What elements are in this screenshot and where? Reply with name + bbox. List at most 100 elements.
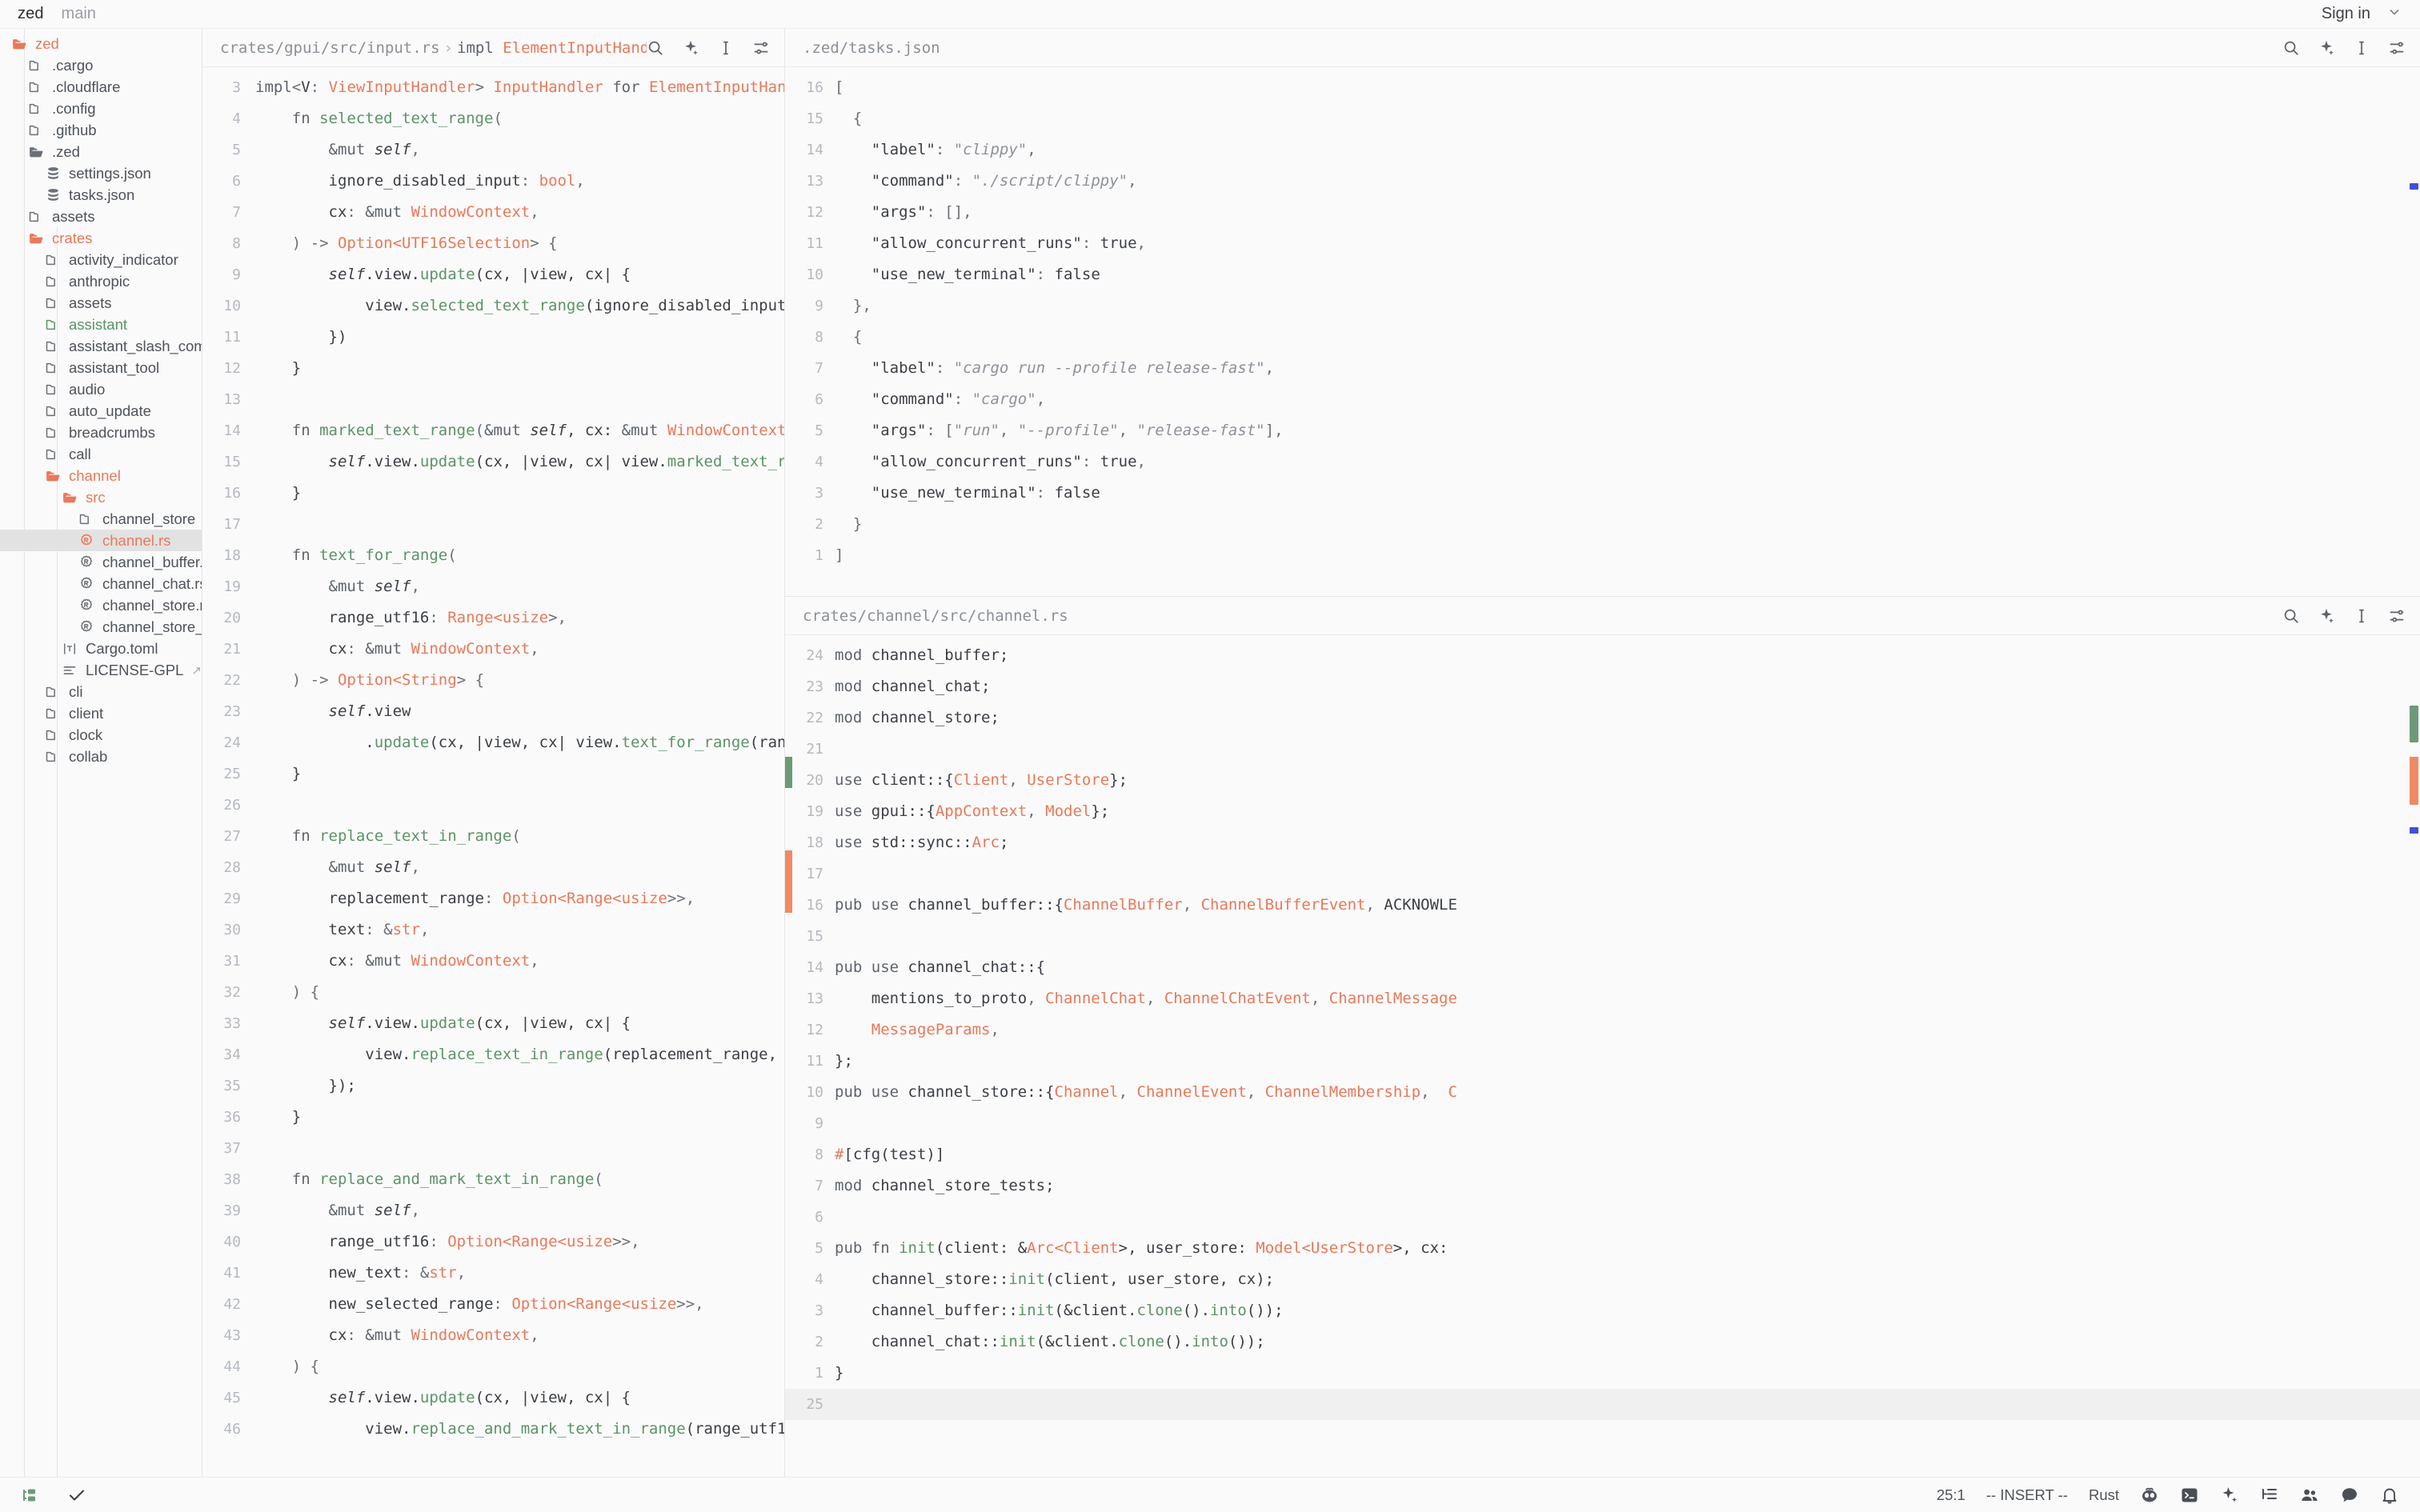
chevron-down-icon[interactable] (2386, 4, 2402, 24)
code-line-text[interactable]: view.replace_text_in_range(replacement_r… (255, 1039, 784, 1070)
code-line[interactable]: 33 self.view.update(cx, |view, cx| { (202, 1008, 784, 1039)
code-area-channel[interactable]: 24 mod channel_buffer; 23 mod channel_chat;… (785, 635, 2420, 1477)
code-line[interactable]: 18 fn text_for_range( (202, 540, 784, 571)
tree-item-anthropic[interactable]: anthropic (0, 270, 202, 292)
code-line-text[interactable]: self.view.update(cx, |view, cx| { (255, 1008, 784, 1039)
code-line-text[interactable]: } (255, 478, 784, 509)
code-line[interactable]: 2 } (785, 509, 2420, 540)
code-line[interactable]: 3 impl<V: ViewInputHandler> InputHandler … (202, 72, 784, 103)
code-line-text[interactable]: &mut self, (255, 571, 784, 602)
tree-item-src[interactable]: src (0, 486, 202, 508)
breadcrumb[interactable]: crates/gpui/src/input.rs › impl ElementI… (220, 39, 647, 57)
scrollbar-channel[interactable] (2407, 635, 2420, 1477)
code-line[interactable]: 13 "command": "./script/clippy", (785, 166, 2420, 197)
code-line[interactable]: 4 channel_store::init(client, user_store… (785, 1264, 2420, 1295)
code-line-text[interactable]: impl<V: ViewInputHandler> InputHandler f… (255, 72, 784, 103)
editor-settings-icon[interactable] (2388, 607, 2406, 625)
code-line[interactable]: 22 mod channel_store; (785, 702, 2420, 734)
code-line-text[interactable]: cx: &mut WindowContext, (255, 946, 784, 977)
code-line[interactable]: 38 fn replace_and_mark_text_in_range( (202, 1164, 784, 1195)
search-icon[interactable] (647, 39, 664, 57)
code-line[interactable]: 20 use client::{Client, UserStore}; (785, 765, 2420, 796)
tree-item-cargo-toml[interactable]: Cargo.toml (0, 638, 202, 659)
code-line-text[interactable]: use std::sync::Arc; (835, 827, 2420, 858)
git-branch-label[interactable]: main (62, 5, 96, 23)
code-line[interactable]: 1} (785, 1358, 2420, 1389)
code-line[interactable]: 44 ) { (202, 1351, 784, 1382)
code-line-text[interactable]: &mut self, (255, 134, 784, 166)
code-line[interactable]: 28 &mut self, (202, 852, 784, 883)
code-line[interactable]: 6 (785, 1202, 2420, 1233)
tree-item-channel-buffer-rs[interactable]: channel_buffer.rs (0, 551, 202, 573)
tree-item-client[interactable]: client (0, 702, 202, 724)
tree-item--config[interactable]: .config (0, 98, 202, 119)
code-line[interactable]: 26 (202, 790, 784, 821)
code-line[interactable]: 9 self.view.update(cx, |view, cx| { (202, 259, 784, 290)
code-line-text[interactable]: mentions_to_proto, ChannelChat, ChannelC… (835, 983, 2420, 1014)
code-line-text[interactable]: { (835, 103, 2420, 134)
code-line[interactable]: 8 ) -> Option<UTF16Selection> { (202, 228, 784, 259)
code-line-text[interactable]: #[cfg(test)] (835, 1139, 2420, 1170)
tree-item-channel-store-tests-[interactable]: channel_store_tests. (0, 616, 202, 638)
tree-item-settings-json[interactable]: settings.json (0, 162, 202, 184)
code-line[interactable]: 10 view.selected_text_range(ignore_disab… (202, 290, 784, 322)
code-line-text[interactable]: text: &str, (255, 914, 784, 946)
code-line[interactable]: 7 "label": "cargo run --profile release-… (785, 353, 2420, 384)
code-line-text[interactable]: self.view.update(cx, |view, cx| view.mar… (255, 446, 784, 478)
breadcrumb-impl-type[interactable]: ElementInputHandler<V> (503, 39, 647, 57)
code-line-text[interactable]: fn replace_and_mark_text_in_range( (255, 1164, 784, 1195)
external-link-icon[interactable]: ↗ (191, 663, 202, 678)
tree-item-clock[interactable]: clock (0, 724, 202, 746)
code-line[interactable]: 25 } (202, 758, 784, 790)
code-line-text[interactable]: }; (835, 1046, 2420, 1077)
code-line[interactable]: 17 (202, 509, 784, 540)
code-area-main[interactable]: 3 impl<V: ViewInputHandler> InputHandler … (202, 67, 784, 1477)
code-line-text[interactable]: pub use channel_store::{Channel, Channel… (835, 1077, 2420, 1108)
code-line-text[interactable]: [ (835, 72, 2420, 103)
code-line[interactable]: 19 use gpui::{AppContext, Model}; (785, 796, 2420, 827)
code-line-text[interactable]: pub fn init(client: &Arc<Client>, user_s… (835, 1233, 2420, 1264)
code-content-main[interactable]: 3 impl<V: ViewInputHandler> InputHandler … (202, 67, 784, 1445)
code-line[interactable]: 27 fn replace_text_in_range( (202, 821, 784, 852)
code-line-text[interactable]: self.view.update(cx, |view, cx| { (255, 259, 784, 290)
code-line[interactable]: 29 replacement_range: Option<Range<usize… (202, 883, 784, 914)
code-line[interactable]: 3 "use_new_terminal": false (785, 478, 2420, 509)
code-line[interactable]: 10 pub use channel_store::{Channel, Chann… (785, 1077, 2420, 1108)
notifications-bell-icon[interactable] (2380, 1486, 2399, 1505)
code-line[interactable]: 35 }); (202, 1070, 784, 1102)
code-line[interactable]: 5 "args": ["run", "--profile", "release-… (785, 415, 2420, 446)
tree-item-license-gpl[interactable]: LICENSE-GPL ↗ (0, 659, 202, 681)
code-line-text[interactable]: new_text: &str, (255, 1258, 784, 1289)
code-line[interactable]: 14 pub use channel_chat::{ (785, 952, 2420, 983)
tree-item-crates[interactable]: crates (0, 227, 202, 249)
code-line-text[interactable]: replacement_range: Option<Range<usize>>, (255, 883, 784, 914)
tree-item-channel-chat-rs[interactable]: channel_chat.rs (0, 573, 202, 594)
breadcrumb-path[interactable]: crates/channel/src/channel.rs (803, 607, 1068, 625)
code-line-text[interactable]: ) { (255, 977, 784, 1008)
code-line[interactable]: 43 cx: &mut WindowContext, (202, 1320, 784, 1351)
code-line[interactable]: 6 ignore_disabled_input: bool, (202, 166, 784, 197)
code-line[interactable]: 20 range_utf16: Range<usize>, (202, 602, 784, 634)
code-line-text[interactable]: ) -> Option<UTF16Selection> { (255, 228, 784, 259)
code-line-text[interactable]: } (255, 353, 784, 384)
text-cursor-icon[interactable] (2353, 607, 2370, 625)
code-line[interactable]: 12 MessageParams, (785, 1014, 2420, 1046)
sign-in-button[interactable]: Sign in (2322, 5, 2370, 23)
code-line-text[interactable]: self.view.update(cx, |view, cx| { (255, 1382, 784, 1414)
code-content-channel[interactable]: 24 mod channel_buffer; 23 mod channel_chat;… (785, 635, 2420, 1420)
code-line[interactable]: 12 } (202, 353, 784, 384)
code-line[interactable]: 8 { (785, 322, 2420, 353)
code-line[interactable]: 16 [ (785, 72, 2420, 103)
code-line-text[interactable]: "allow_concurrent_runs": true, (835, 446, 2420, 478)
code-line[interactable]: 5 pub fn init(client: &Arc<Client>, user_… (785, 1233, 2420, 1264)
tree-item-auto-update[interactable]: auto_update (0, 400, 202, 422)
code-line[interactable]: 17 (785, 858, 2420, 890)
code-line-text[interactable]: mod channel_store_tests; (835, 1170, 2420, 1202)
tree-item--cloudflare[interactable]: .cloudflare (0, 76, 202, 98)
code-line[interactable]: 39 &mut self, (202, 1195, 784, 1226)
code-line[interactable]: 37 (202, 1133, 784, 1164)
collab-panel-icon[interactable] (2300, 1486, 2319, 1505)
code-line-text[interactable]: "label": "clippy", (835, 134, 2420, 166)
project-panel-icon[interactable] (21, 1486, 40, 1505)
code-line[interactable]: 15 { (785, 103, 2420, 134)
